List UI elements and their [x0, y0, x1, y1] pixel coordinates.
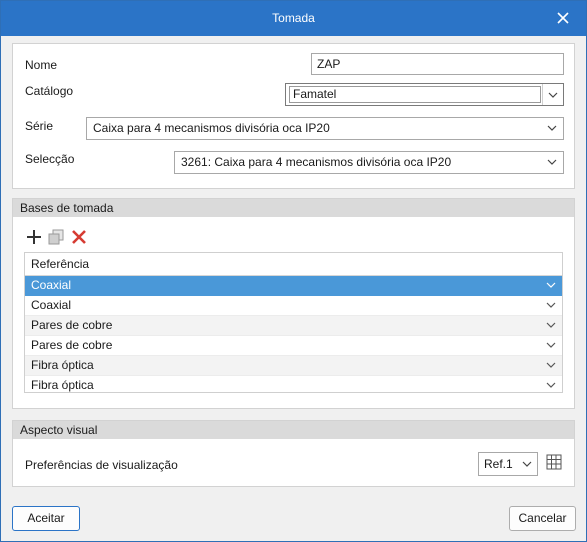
chevron-down-icon[interactable] — [546, 361, 556, 370]
nome-label: Nome — [25, 58, 58, 72]
row-label: Fibra óptica — [31, 358, 94, 372]
catalogo-value[interactable]: Famatel — [289, 86, 541, 103]
serie-value: Caixa para 4 mecanismos divisória oca IP… — [93, 121, 330, 135]
chevron-down-icon[interactable] — [546, 301, 556, 310]
seleccao-value: 3261: Caixa para 4 mecanismos divisória … — [181, 155, 452, 169]
bases-table: Referência Coaxial Coaxial Pares de cobr… — [24, 252, 563, 393]
seleccao-select[interactable]: 3261: Caixa para 4 mecanismos divisória … — [174, 151, 564, 174]
bases-section-header: Bases de tomada — [13, 199, 574, 217]
plus-icon[interactable] — [25, 228, 43, 246]
catalogo-dropdown-button[interactable] — [542, 84, 563, 105]
delete-icon[interactable] — [70, 228, 88, 246]
row-label: Coaxial — [31, 298, 72, 312]
preferencias-label: Preferências de visualização — [25, 458, 178, 472]
seleccao-label: Selecção — [25, 152, 75, 166]
aspecto-section-header: Aspecto visual — [13, 421, 574, 439]
chevron-down-icon[interactable] — [546, 321, 556, 330]
row-label: Fibra óptica — [31, 378, 94, 392]
accept-button[interactable]: Aceitar — [12, 506, 80, 531]
table-row[interactable]: Fibra óptica — [25, 376, 562, 395]
row-label: Pares de cobre — [31, 338, 113, 352]
bases-panel: Bases de tomada Referência Coaxial Coaxi… — [12, 198, 575, 409]
chevron-down-icon[interactable] — [546, 281, 556, 290]
chevron-down-icon[interactable] — [546, 341, 556, 350]
title-bar: Tomada — [1, 1, 586, 36]
serie-select[interactable]: Caixa para 4 mecanismos divisória oca IP… — [86, 117, 564, 140]
table-row[interactable]: Coaxial — [25, 296, 562, 316]
table-row[interactable]: Fibra óptica — [25, 356, 562, 376]
properties-panel: Nome ZAP Catálogo Famatel Série Caixa pa… — [12, 43, 575, 189]
row-label: Coaxial — [31, 278, 72, 292]
chevron-down-icon — [547, 159, 557, 165]
dialog-window: Tomada Nome ZAP Catálogo Famatel Série C… — [0, 0, 587, 542]
chevron-down-icon — [522, 461, 532, 467]
nome-input[interactable]: ZAP — [311, 53, 564, 75]
ref-select[interactable]: Ref.1 — [478, 452, 538, 476]
close-icon[interactable] — [556, 11, 570, 25]
serie-label: Série — [25, 119, 54, 133]
table-row[interactable]: Coaxial — [25, 276, 562, 296]
table-row[interactable]: Pares de cobre — [25, 316, 562, 336]
catalogo-label: Catálogo — [25, 84, 74, 98]
chevron-down-icon[interactable] — [546, 381, 556, 390]
column-header-referencia[interactable]: Referência — [25, 253, 562, 276]
row-label: Pares de cobre — [31, 318, 113, 332]
ref-value: Ref.1 — [484, 457, 513, 471]
window-title: Tomada — [272, 11, 315, 25]
chevron-down-icon — [547, 125, 557, 131]
table-row[interactable]: Pares de cobre — [25, 336, 562, 356]
chevron-down-icon — [548, 92, 558, 98]
aspecto-panel: Aspecto visual Preferências de visualiza… — [12, 420, 575, 487]
copy-icon[interactable] — [47, 228, 65, 246]
catalogo-combobox[interactable]: Famatel — [285, 83, 564, 106]
table-grid-icon[interactable] — [546, 454, 562, 470]
cancel-button[interactable]: Cancelar — [509, 506, 576, 531]
